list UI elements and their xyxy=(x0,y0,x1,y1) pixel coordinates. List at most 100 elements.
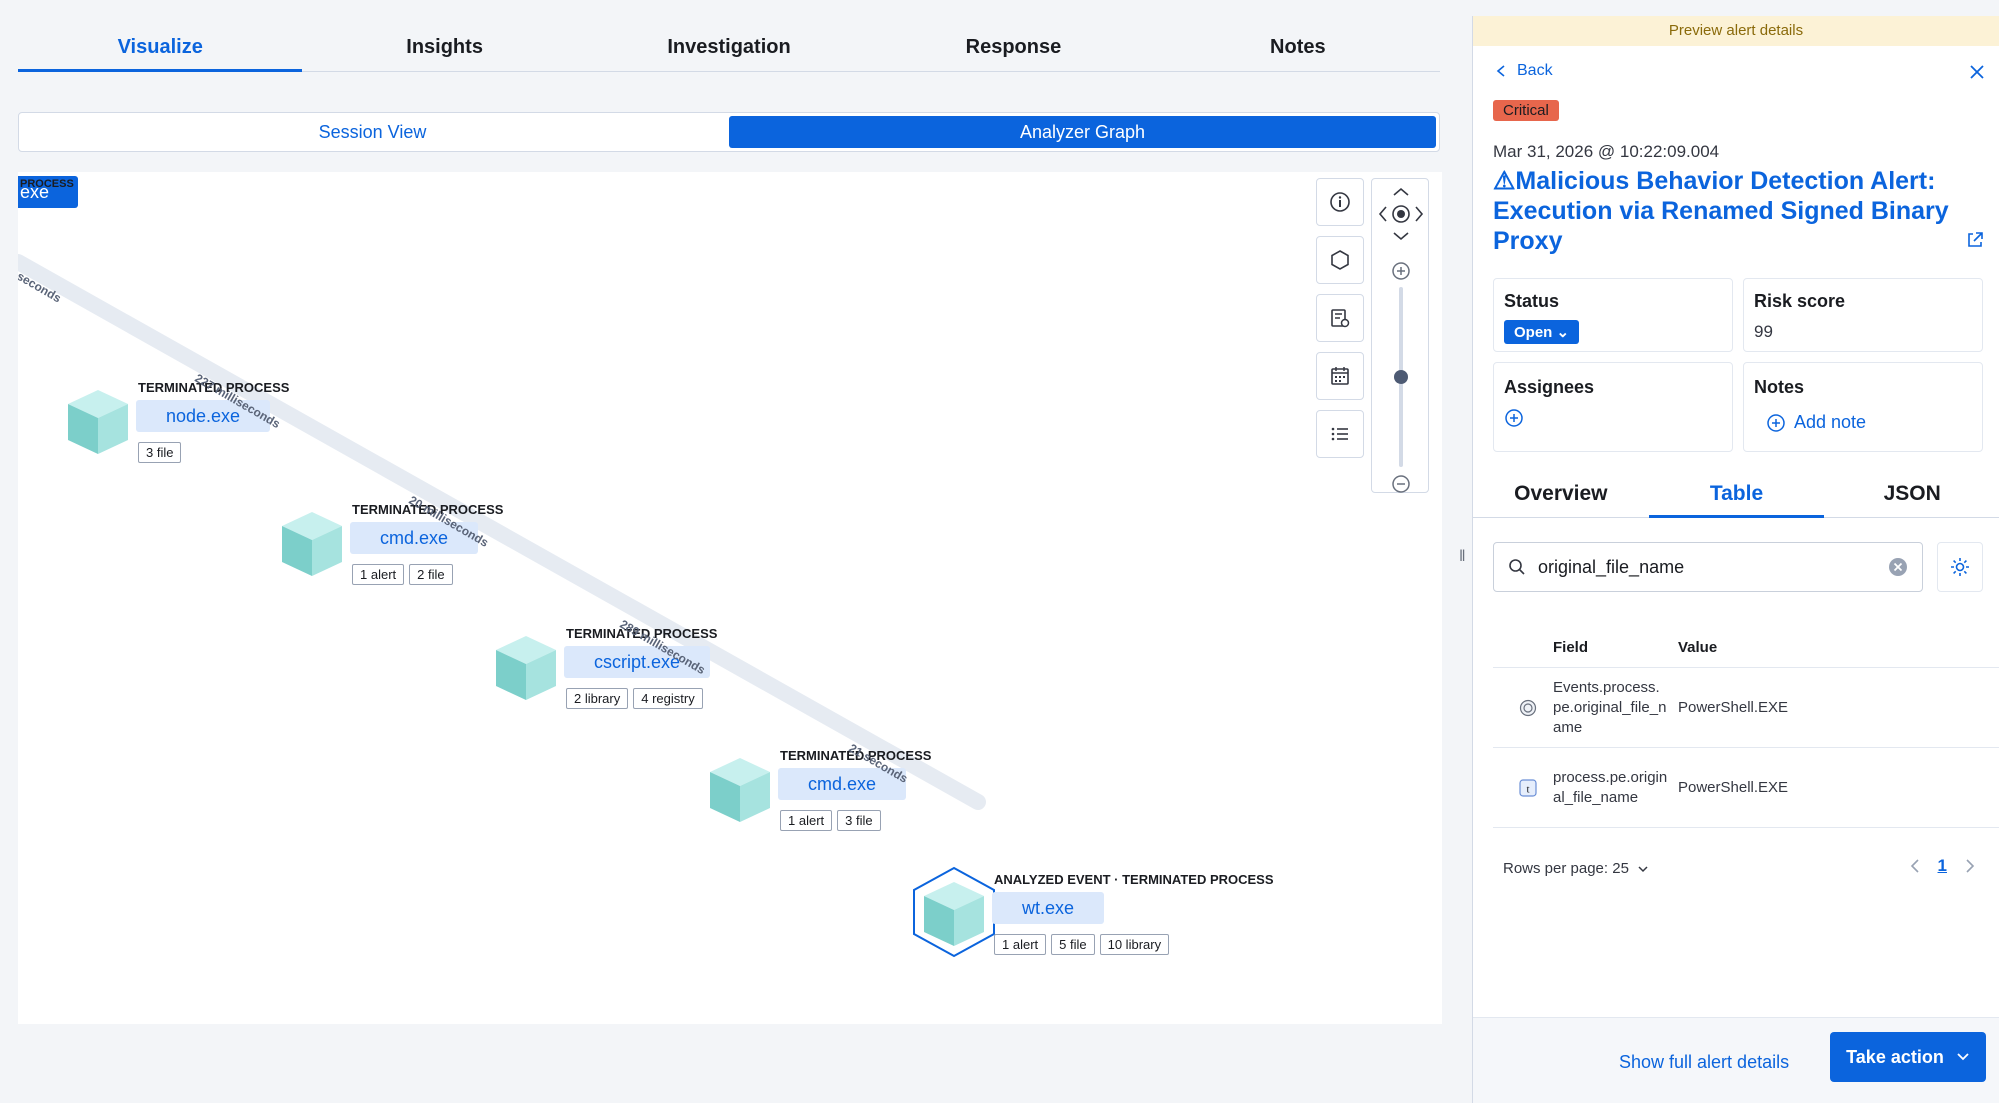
graph-controls xyxy=(1316,178,1364,468)
alert-title-text: Malicious Behavior Detection Alert: Exec… xyxy=(1493,167,1949,255)
status-dropdown[interactable]: Open ⌄ xyxy=(1504,320,1580,344)
tab-json[interactable]: JSON xyxy=(1824,468,1999,517)
alert-flyout: Preview alert details Back Critical Mar … xyxy=(1472,16,1999,1103)
assignees-label: Assignees xyxy=(1504,377,1595,397)
warning-icon: ⚠ xyxy=(1493,167,1516,195)
event-count-pill[interactable]: 3 file xyxy=(837,810,881,831)
status-value: Open xyxy=(1514,324,1553,341)
process-node-pills: 2 library 4 registry xyxy=(566,688,703,709)
search-icon xyxy=(1509,559,1525,575)
field-column-header: Field xyxy=(1553,638,1589,656)
list-icon[interactable] xyxy=(1316,410,1364,458)
event-count-pill[interactable]: 10 library xyxy=(1099,934,1170,955)
text-type-icon: t xyxy=(1519,778,1537,797)
tab-insights[interactable]: Insights xyxy=(302,24,586,71)
edge-track xyxy=(18,254,986,810)
clear-icon[interactable] xyxy=(1888,557,1908,577)
pan-up-icon xyxy=(1393,187,1409,196)
chevron-down-icon: ⌄ xyxy=(1556,324,1570,341)
geo-type-icon xyxy=(1519,699,1537,716)
analyzer-graph-button[interactable]: Analyzer Graph xyxy=(729,116,1436,148)
process-node-cutoff[interactable]: PROCESS exe xyxy=(18,176,78,208)
status-label: Status xyxy=(1504,291,1560,311)
pan-down-icon xyxy=(1393,232,1409,241)
analyzer-graph[interactable]: PROCESS exe seconds TERMINATED PROCESS no… xyxy=(18,172,1442,1024)
event-count-pill[interactable]: 2 file xyxy=(409,564,453,585)
event-count-pill[interactable]: 1 alert xyxy=(352,564,405,585)
cutoff-node-title: PROCESS xyxy=(20,178,74,190)
tab-overview[interactable]: Overview xyxy=(1473,468,1649,517)
svg-text:t: t xyxy=(1526,783,1529,795)
pan-left-icon xyxy=(1378,206,1387,222)
add-note-label: Add note xyxy=(1794,412,1867,432)
process-node-name[interactable]: wt.exe xyxy=(992,892,1105,924)
table-settings-button[interactable] xyxy=(1937,542,1983,592)
back-button[interactable]: Back xyxy=(1495,62,1553,80)
event-count-pill[interactable]: 4 registry xyxy=(633,688,703,709)
take-action-button[interactable]: Take action xyxy=(1830,1032,1986,1082)
prev-page-icon[interactable] xyxy=(1910,858,1920,874)
tab-visualize[interactable]: Visualize xyxy=(18,24,303,72)
search-input[interactable] xyxy=(1538,556,1876,578)
info-icon[interactable] xyxy=(1316,178,1364,226)
value-column-header: Value xyxy=(1678,639,1718,656)
event-count-pill[interactable]: 2 library xyxy=(566,688,629,709)
graph-edges xyxy=(18,254,986,810)
fields-table: Field Value Events.process.pe.original_f… xyxy=(1493,628,1999,828)
hexagon-icon[interactable] xyxy=(1316,236,1364,284)
session-view-button[interactable]: Session View xyxy=(19,113,726,151)
gear-icon xyxy=(1951,558,1969,576)
preview-banner: Preview alert details xyxy=(1473,16,1999,46)
calendar-icon[interactable] xyxy=(1316,352,1364,400)
table-row: t process.pe.original_file_name PowerShe… xyxy=(1493,748,1999,828)
tab-response[interactable]: Response xyxy=(871,24,1155,71)
add-assignee-icon[interactable] xyxy=(1504,408,1524,428)
plus-circle-icon xyxy=(1767,413,1785,432)
status-card: Status Open ⌄ xyxy=(1493,278,1733,352)
table-row: Events.process.pe.original_file_name Pow… xyxy=(1493,668,1999,748)
flyout-tabs: Overview Table JSON xyxy=(1473,468,1999,518)
tab-notes[interactable]: Notes xyxy=(1156,24,1440,71)
tab-table[interactable]: Table xyxy=(1648,468,1825,518)
event-count-pill[interactable]: 5 file xyxy=(1051,934,1095,955)
field-search xyxy=(1493,542,1923,592)
chevron-down-icon xyxy=(1638,865,1648,872)
pagination: 1 xyxy=(1910,856,1975,876)
field-name[interactable]: process.pe.original_file_name xyxy=(1543,768,1668,808)
add-note-button[interactable]: Add note xyxy=(1754,412,1972,433)
chevron-down-icon xyxy=(1957,1053,1969,1061)
page-number[interactable]: 1 xyxy=(1938,856,1947,876)
field-name[interactable]: Events.process.pe.original_file_name xyxy=(1543,678,1668,738)
process-cube-icon xyxy=(710,758,770,822)
process-cube-icon xyxy=(282,512,342,576)
process-node-title: ANALYZED EVENT · TERMINATED PROCESS xyxy=(994,872,1274,887)
alert-title[interactable]: ⚠Malicious Behavior Detection Alert: Exe… xyxy=(1493,166,1963,256)
show-full-alert-details-link[interactable]: Show full alert details xyxy=(1619,1052,1789,1073)
process-cube-icon xyxy=(496,636,556,700)
settings-list-icon[interactable] xyxy=(1316,294,1364,342)
pan-right-icon xyxy=(1415,206,1424,222)
take-action-label: Take action xyxy=(1846,1046,1944,1067)
flyout-footer: Show full alert details Take action xyxy=(1473,1017,1999,1103)
table-header: Field Value xyxy=(1493,628,1999,668)
notes-card: Notes Add note xyxy=(1743,362,1983,452)
next-page-icon[interactable] xyxy=(1965,858,1975,874)
risk-score-value: 99 xyxy=(1754,322,1773,341)
view-toggle: Session View Analyzer Graph xyxy=(18,112,1440,152)
resize-handle[interactable]: ‖ xyxy=(1459,548,1466,566)
process-node-pills: 3 file xyxy=(138,442,182,463)
process-cube-icon xyxy=(924,882,984,946)
close-icon[interactable] xyxy=(1965,60,1989,84)
rows-per-page-select[interactable]: Rows per page: 25 xyxy=(1503,860,1649,877)
chevron-left-icon xyxy=(1496,65,1505,77)
pan-zoom-control xyxy=(1378,187,1424,493)
external-link-icon[interactable] xyxy=(1965,230,1985,250)
event-count-pill[interactable]: 1 alert xyxy=(994,934,1047,955)
field-value: PowerShell.EXE xyxy=(1678,779,1789,796)
field-value: PowerShell.EXE xyxy=(1678,699,1789,716)
alert-timestamp: Mar 31, 2026 @ 10:22:09.004 xyxy=(1493,142,1720,161)
event-count-pill[interactable]: 3 file xyxy=(138,442,182,463)
event-count-pill[interactable]: 1 alert xyxy=(780,810,833,831)
severity-badge: Critical xyxy=(1493,100,1559,121)
tab-investigation[interactable]: Investigation xyxy=(587,24,871,71)
